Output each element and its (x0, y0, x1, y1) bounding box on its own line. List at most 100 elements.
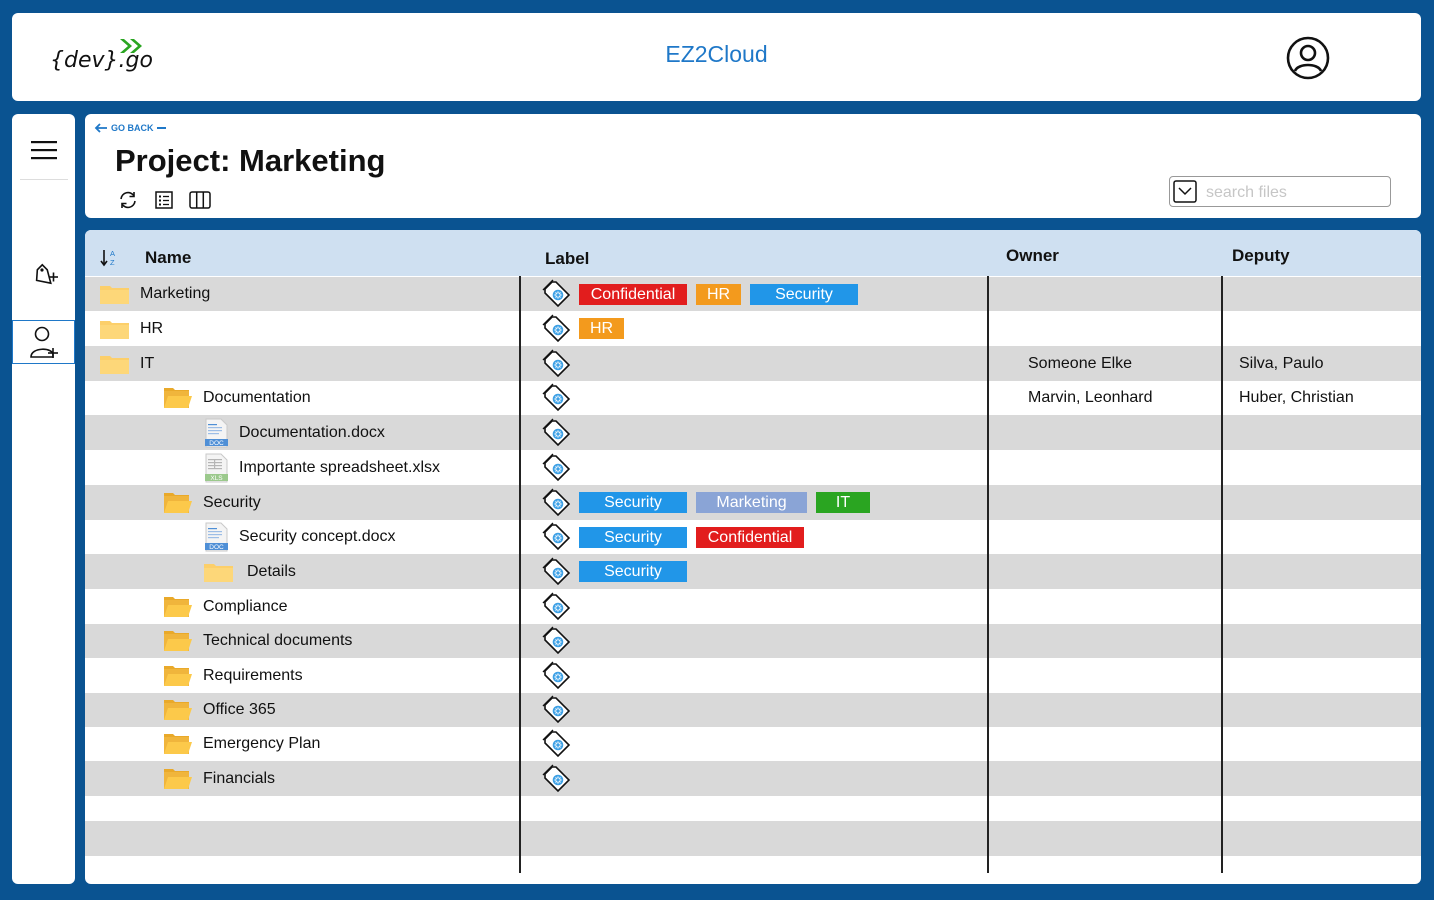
name-cell[interactable]: Technical documents (163, 624, 352, 658)
tag-icon[interactable] (542, 279, 572, 309)
label-badge-security[interactable]: Security (750, 283, 858, 305)
label-badge-hr[interactable]: HR (579, 318, 624, 339)
docx-file-icon: DOC (203, 418, 229, 448)
item-name: Documentation.docx (239, 423, 385, 441)
folder-open-icon (163, 767, 193, 791)
tag-icon[interactable] (542, 661, 572, 691)
user-plus-icon (30, 326, 58, 358)
tag-icon[interactable] (542, 418, 572, 448)
name-cell[interactable]: Emergency Plan (163, 727, 320, 761)
label-badge-marketing[interactable]: Marketing (696, 492, 807, 513)
item-name: Financials (203, 769, 276, 787)
name-cell[interactable]: HR (99, 311, 163, 346)
name-cell[interactable]: Financials (163, 761, 275, 796)
hamburger-icon[interactable] (31, 139, 57, 161)
item-name: Security (203, 493, 261, 511)
folder-icon (99, 353, 130, 375)
name-cell[interactable]: Details (203, 554, 296, 589)
tag-icon[interactable] (542, 729, 572, 759)
item-name: IT (140, 354, 155, 372)
tag-icon[interactable] (542, 349, 572, 379)
tag-icon[interactable] (542, 592, 572, 622)
sort-az-icon[interactable]: A Z (100, 248, 118, 268)
item-name: Technical documents (203, 632, 353, 649)
item-name: Office 365 (203, 701, 276, 718)
column-view-button[interactable] (189, 189, 211, 211)
file-table: A Z Name Label Owner Deputy Marketing Con… (85, 230, 1421, 884)
deputy-cell: Silva, Paulo (1239, 354, 1324, 372)
list-icon (155, 191, 173, 209)
tag-icon[interactable] (542, 453, 572, 483)
go-back-link[interactable]: GO BACK (94, 123, 166, 133)
folder-open-icon (163, 595, 193, 619)
name-cell[interactable]: DOC Documentation.docx (203, 415, 385, 450)
name-cell[interactable]: Security (163, 485, 261, 520)
labels-cell: HR (579, 311, 624, 346)
chevron-down-icon[interactable] (1173, 180, 1197, 203)
name-cell[interactable]: Requirements (163, 658, 303, 693)
search-input[interactable] (1204, 180, 1388, 205)
tag-icon[interactable] (542, 314, 572, 344)
svg-text:XLS: XLS (210, 475, 223, 482)
owner-cell: Someone Elke (1028, 354, 1133, 372)
name-cell[interactable]: IT (99, 346, 154, 381)
column-header-deputy[interactable]: Deputy (1232, 246, 1290, 266)
item-name: Security concept.docx (239, 528, 396, 545)
folder-open-icon (163, 698, 193, 722)
name-cell[interactable]: Marketing (99, 277, 210, 311)
name-cell[interactable]: XLS Importante spreadsheet.xlsx (203, 450, 440, 485)
page-title: Project: Marketing (115, 143, 386, 178)
tag-icon[interactable] (542, 626, 572, 656)
item-name: Compliance (203, 597, 288, 615)
folder-icon (99, 318, 130, 340)
user-circle-icon[interactable] (1286, 36, 1330, 80)
item-name: Marketing (140, 285, 211, 302)
search-box (1169, 176, 1391, 207)
list-view-button[interactable] (153, 189, 175, 211)
folder-open-icon (163, 386, 193, 410)
owner-cell: Marvin, Leonhard (1028, 389, 1153, 406)
tag-icon[interactable] (542, 522, 572, 552)
add-user-button[interactable] (12, 320, 75, 364)
tag-icon[interactable] (542, 695, 572, 725)
column-header-owner[interactable]: Owner (1006, 246, 1059, 266)
app-title: EZ2Cloud (665, 41, 768, 67)
folder-icon (99, 283, 130, 305)
item-name: Importante spreadsheet.xlsx (239, 458, 440, 476)
tag-icon[interactable] (542, 383, 572, 413)
name-cell[interactable]: Documentation (163, 381, 311, 415)
label-badge-confidential[interactable]: Confidential (579, 283, 687, 305)
label-badge-security[interactable]: Security (579, 526, 687, 548)
labels-cell: Security (579, 554, 687, 589)
label-badge-confidential[interactable]: Confidential (696, 526, 804, 548)
tag-icon[interactable] (542, 488, 572, 518)
sidebar-divider (20, 179, 68, 180)
item-name: Requirements (203, 666, 303, 684)
name-cell[interactable]: Office 365 (163, 693, 276, 727)
item-name: Details (247, 562, 296, 580)
top-bar: {dev}.go EZ2Cloud (12, 13, 1421, 101)
tag-icon[interactable] (542, 764, 572, 794)
label-badge-security[interactable]: Security (579, 492, 687, 513)
name-cell[interactable]: Compliance (163, 589, 287, 624)
folder-open-icon (163, 491, 193, 515)
column-header-name[interactable]: Name (145, 248, 191, 268)
tag-plus-icon[interactable] (31, 262, 59, 290)
svg-text:Z: Z (110, 258, 115, 267)
name-cell[interactable]: DOC Security concept.docx (203, 520, 396, 554)
labels-cell: Confidential HR Security (579, 277, 858, 311)
label-badge-security[interactable]: Security (579, 561, 687, 582)
svg-text:A: A (110, 249, 115, 258)
view-toolbar (117, 189, 211, 211)
refresh-button[interactable] (117, 189, 139, 211)
column-header-label[interactable]: Label (545, 249, 589, 269)
sidebar (12, 114, 75, 884)
tag-icon[interactable] (542, 557, 572, 587)
label-badge-it[interactable]: IT (816, 492, 870, 513)
go-back-dash (156, 127, 166, 129)
page-header: GO BACK Project: Marketing (85, 114, 1421, 218)
arrow-left-icon (94, 123, 107, 133)
table-header: A Z Name Label Owner Deputy (85, 230, 1421, 276)
label-badge-hr[interactable]: HR (696, 283, 741, 305)
columns-icon (189, 191, 211, 209)
